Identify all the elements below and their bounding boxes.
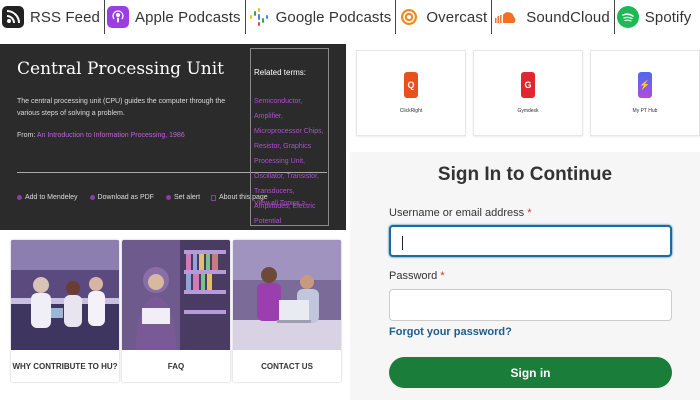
app-name: Gymdesk: [517, 108, 539, 114]
username-label-text: Username or email address: [389, 207, 525, 219]
sign-in-button[interactable]: Sign in: [389, 357, 672, 388]
clickright-icon: Q: [404, 72, 418, 98]
podcast-link-label: Apple Podcasts: [135, 8, 241, 26]
card-why-contribute[interactable]: WHY CONTRIBUTE TO HU?: [11, 240, 119, 382]
podcast-link-spotify[interactable]: Spotify: [615, 0, 696, 34]
podcast-link-google[interactable]: Google Podcasts: [246, 0, 397, 34]
required-mark: *: [440, 270, 445, 282]
card-contact-us[interactable]: CONTACT US: [233, 240, 341, 382]
username-input[interactable]: [389, 225, 672, 257]
view-all-topics-link[interactable]: View all Topics >: [254, 200, 306, 207]
podcast-link-label: RSS Feed: [30, 8, 100, 26]
action-label: Add to Mendeley: [25, 194, 78, 201]
forgot-password-link[interactable]: Forgot your password?: [389, 326, 512, 338]
add-to-mendeley-button[interactable]: Add to Mendeley: [17, 194, 78, 201]
card-faq[interactable]: FAQ: [122, 240, 230, 382]
cpu-topic-panel: Central Processing Unit The central proc…: [0, 44, 346, 230]
username-label: Username or email address *: [389, 207, 531, 219]
password-input[interactable]: [389, 289, 672, 321]
mypthub-icon: ⚡: [638, 72, 652, 98]
apple-podcasts-icon: [107, 6, 129, 28]
card-caption: FAQ: [167, 361, 185, 371]
podcast-link-label: Google Podcasts: [275, 8, 392, 26]
source-label: From:: [17, 132, 36, 139]
plus-icon: [17, 195, 22, 200]
podcast-links-bar: RSS Feed Apple Podcasts Google Podcasts …: [0, 0, 700, 34]
bell-icon: [165, 195, 171, 200]
students-photo: [233, 240, 341, 350]
gymdesk-icon: G: [521, 72, 535, 98]
google-podcasts-icon: [248, 6, 270, 28]
podcast-link-label: SoundCloud: [526, 8, 610, 26]
source-link[interactable]: An Introduction to Information Processin…: [37, 132, 185, 139]
password-label: Password *: [389, 270, 445, 282]
action-label: Set alert: [173, 194, 201, 201]
podcast-link-apple[interactable]: Apple Podcasts: [105, 0, 246, 34]
action-label: Download as PDF: [97, 194, 154, 201]
podcast-link-overcast[interactable]: Overcast: [396, 0, 493, 34]
soundcloud-icon: [494, 6, 520, 28]
topic-description: The central processing unit (CPU) guides…: [17, 98, 226, 117]
app-tile-clickright[interactable]: Q ClickRight: [356, 50, 466, 136]
topic-source: From: An Introduction to Information Pro…: [17, 132, 185, 139]
app-name: My PT Hub: [632, 108, 658, 114]
text-caret: [402, 236, 403, 250]
rss-icon: [2, 6, 24, 28]
password-label-text: Password: [389, 270, 438, 282]
page-icon: [211, 194, 216, 201]
spotify-icon: [616, 6, 639, 28]
podcast-link-label: Overcast: [426, 8, 488, 26]
library-photo: [122, 240, 230, 350]
required-mark: *: [527, 207, 532, 219]
related-terms-list[interactable]: Semiconductor, Amplifier, Microprocessor…: [254, 94, 328, 229]
podcast-link-label: Spotify: [644, 8, 692, 26]
app-tile-mypthub[interactable]: ⚡ My PT Hub: [590, 50, 700, 136]
signin-title: Sign In to Continue: [437, 164, 613, 185]
overcast-icon: [398, 6, 420, 28]
app-tile-gymdesk[interactable]: G Gymdesk: [473, 50, 583, 136]
download-pdf-button[interactable]: Download as PDF: [89, 194, 154, 201]
topic-actions: Add to Mendeley Download as PDF Set aler…: [17, 194, 212, 201]
app-name: ClickRight: [399, 108, 423, 114]
topic-title: Central Processing Unit: [17, 59, 224, 79]
pdf-icon: [89, 195, 95, 200]
set-alert-button[interactable]: Set alert: [165, 194, 201, 201]
card-caption: CONTACT US: [261, 361, 313, 371]
podcast-link-soundcloud[interactable]: SoundCloud: [492, 0, 615, 34]
app-tiles: Q ClickRight G Gymdesk ⚡ My PT Hub: [356, 50, 700, 136]
related-terms-title: Related terms:: [254, 68, 307, 77]
lab-photo: [11, 240, 119, 350]
card-caption: WHY CONTRIBUTE TO HU?: [12, 361, 118, 371]
podcast-link-rss[interactable]: RSS Feed: [0, 0, 105, 34]
signin-form: Sign In to Continue Username or email ad…: [350, 152, 700, 400]
